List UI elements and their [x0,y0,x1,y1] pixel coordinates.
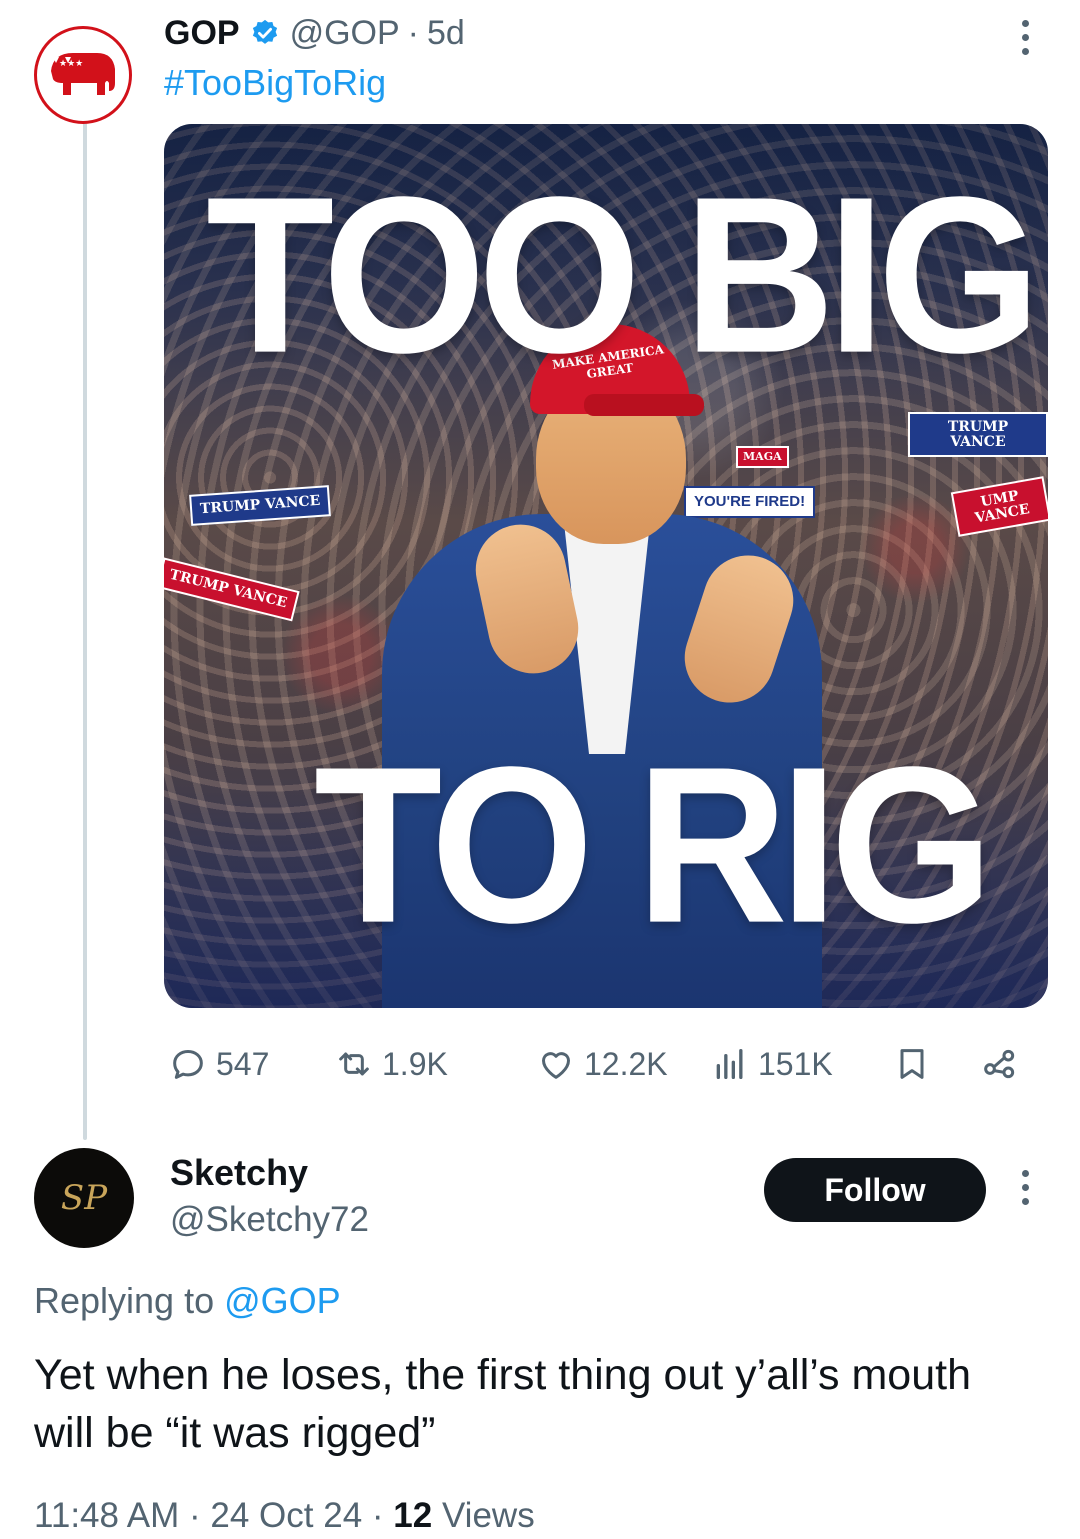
gop-avatar[interactable]: ★★★ [34,26,132,124]
author-name[interactable]: GOP [164,14,240,53]
views-icon [716,1049,743,1079]
post-header: GOP @GOP · 5d [164,8,465,58]
reply-author-name[interactable]: Sketchy [170,1152,308,1194]
reply-views-label: Views [441,1496,535,1535]
post-age[interactable]: 5d [427,14,465,53]
reply-icon [173,1050,203,1079]
reply-text: Yet when he loses, the first thing out y… [34,1351,971,1457]
repost-count: 1.9K [382,1045,448,1082]
views-count: 151K [758,1045,833,1082]
separator: · [407,13,419,52]
repost-button[interactable]: 1.9K [334,1036,448,1092]
more-icon[interactable] [1020,20,1030,55]
image-headline-top: TOO BIG [206,150,1041,400]
views-button[interactable]: 151K [710,1036,833,1092]
reply-date[interactable]: 24 Oct 24 [210,1496,362,1535]
like-count: 12.2K [584,1045,668,1082]
share-button[interactable] [980,1036,1020,1092]
verified-badge-icon [252,19,277,44]
like-icon [542,1052,570,1079]
replying-prefix: Replying to [34,1280,215,1321]
sign-youre-fired: YOU'RE FIRED! [684,486,816,518]
bookmark-button[interactable] [892,1036,932,1092]
reply-author-handle[interactable]: @Sketchy72 [170,1200,369,1240]
reply-time[interactable]: 11:48 AM [34,1496,179,1535]
svg-text:★★★: ★★★ [59,59,83,69]
replying-to: Replying to @GOP [34,1280,341,1322]
replying-to-link[interactable]: @GOP [224,1280,341,1321]
hashtag-link[interactable]: #TooBigToRig [164,62,386,104]
repost-icon [339,1052,369,1076]
sign-trump-vance: TRUMP VANCE [908,412,1048,458]
more-icon[interactable] [1020,1170,1030,1205]
share-icon [984,1049,1015,1079]
reply-views-count: 12 [393,1496,433,1535]
image-headline-bottom: TO RIG [314,720,994,970]
sketchy-avatar[interactable]: SP [34,1148,134,1248]
sign-maga: MAGA [736,446,789,468]
reply-button[interactable]: 547 [168,1036,269,1092]
bookmark-icon [900,1049,924,1079]
thread-line [83,122,87,1140]
action-bar: 547 1.9K 12.2K 151K [164,1036,1048,1092]
like-button[interactable]: 12.2K [536,1036,668,1092]
post-image[interactable]: TRUMP VANCE TRUMP VANCE TRUMP VANCE YOU'… [164,124,1048,1008]
gop-elephant-icon: ★★★ [51,53,115,95]
reply-count: 547 [216,1045,270,1082]
reply-meta: 11:48 AM · 24 Oct 24 · 12 Views [34,1496,535,1535]
author-handle[interactable]: @GOP [290,14,400,53]
avatar-monogram: SP [60,1178,108,1218]
follow-button[interactable]: Follow [764,1158,986,1222]
